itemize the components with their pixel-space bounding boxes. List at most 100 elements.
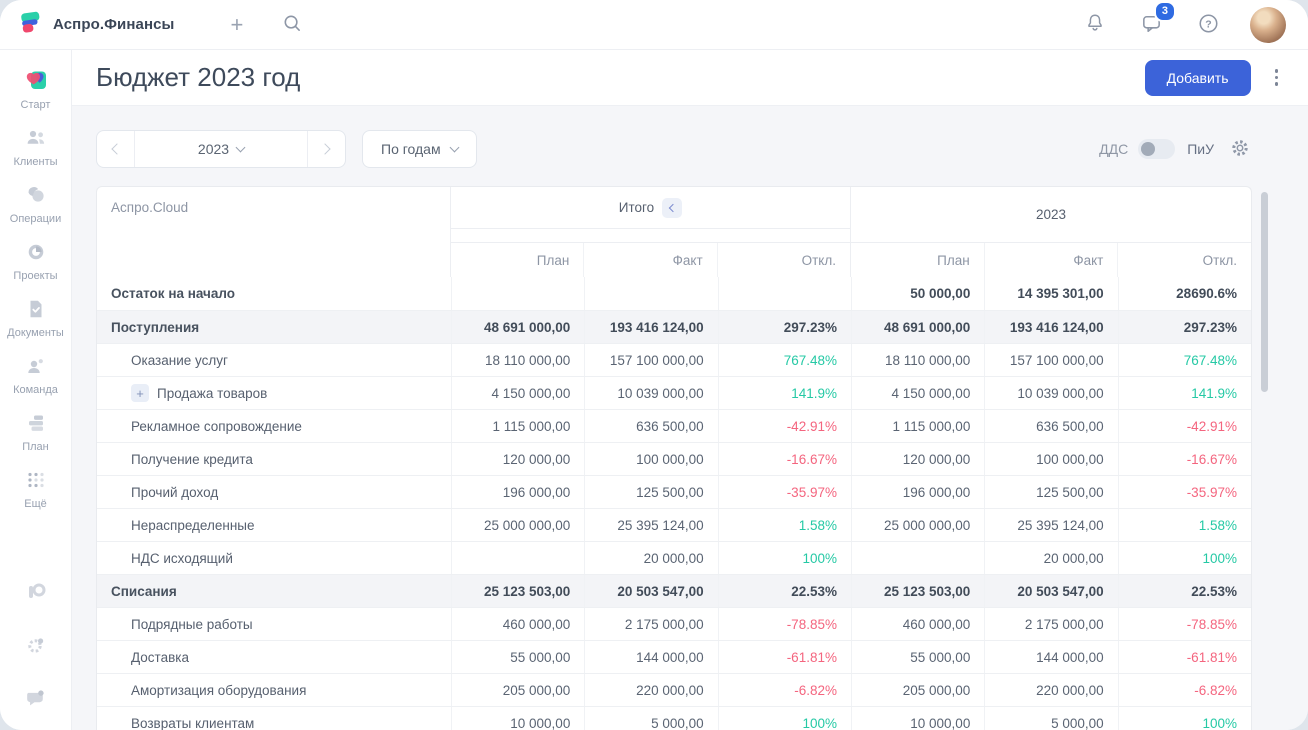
table-row[interactable]: НДС исходящий 20 000,00 100% 20 000,00 1… — [97, 541, 1251, 574]
total-plan-value: 10 000,00 — [451, 707, 584, 730]
total-deviation-header: Откл. — [717, 243, 850, 277]
table-row[interactable]: Списания 25 123 503,00 20 503 547,00 22.… — [97, 574, 1251, 607]
year-fact-value: 125 500,00 — [984, 476, 1117, 508]
table-row[interactable]: Доставка 55 000,00 144 000,00 -61.81% 55… — [97, 640, 1251, 673]
next-year-button[interactable] — [307, 131, 345, 167]
year-deviation-value: -61.81% — [1118, 641, 1251, 673]
total-group-label: Итого — [619, 200, 654, 215]
table-settings-button[interactable] — [1228, 136, 1252, 163]
page-header: Бюджет 2023 год Добавить — [72, 50, 1308, 106]
row-label: Оказание услуг — [131, 353, 228, 368]
svg-text:?: ? — [1205, 18, 1211, 30]
table-row[interactable]: Получение кредита 120 000,00 100 000,00 … — [97, 442, 1251, 475]
content-area: 2023 По годам ДДС ПиУ — [72, 106, 1308, 730]
total-deviation-value: 100% — [718, 707, 851, 730]
year-fact-value: 25 395 124,00 — [984, 509, 1117, 541]
dds-piu-toggle[interactable] — [1138, 139, 1175, 159]
row-label: Нераспределенные — [131, 518, 255, 533]
sidebar-item-start[interactable]: Старт — [0, 60, 71, 119]
sidebar-item-operations[interactable]: Операции — [0, 176, 71, 233]
year-group-label: 2023 — [1036, 207, 1066, 222]
total-fact-value: 20 000,00 — [584, 542, 717, 574]
year-deviation-value: 141.9% — [1118, 377, 1251, 409]
table-header: Аспро.Cloud Итого План Факт Откл. — [97, 187, 1251, 277]
sidebar-item-projects[interactable]: Проекты — [0, 233, 71, 290]
year-plan-value: 205 000,00 — [851, 674, 984, 706]
table-row[interactable]: Прочий доход 196 000,00 125 500,00 -35.9… — [97, 475, 1251, 508]
year-plan-value: 120 000,00 — [851, 443, 984, 475]
sidebar-item-team[interactable]: Команда — [0, 347, 71, 404]
expand-row-button[interactable]: + — [131, 384, 149, 402]
year-fact-value: 157 100 000,00 — [984, 344, 1117, 376]
year-deviation-value: 22.53% — [1118, 575, 1251, 607]
brand[interactable]: Аспро.Финансы — [18, 9, 174, 40]
total-deviation-value: 100% — [718, 542, 851, 574]
chevron-right-icon — [319, 143, 330, 154]
total-fact-header: Факт — [583, 243, 716, 277]
page-title: Бюджет 2023 год — [96, 62, 300, 93]
row-label: Продажа товаров — [157, 386, 267, 401]
prev-year-button[interactable] — [97, 131, 135, 167]
year-fact-value: 220 000,00 — [984, 674, 1117, 706]
sidebar-footer — [19, 575, 53, 730]
period-select-value: По годам — [381, 141, 441, 157]
budget-table: Аспро.Cloud Итого План Факт Откл. — [96, 186, 1252, 730]
year-pager: 2023 — [96, 130, 346, 168]
year-fact-value: 14 395 301,00 — [984, 277, 1117, 310]
row-label: Остаток на начало — [111, 286, 235, 301]
question-icon: ? — [1197, 12, 1220, 38]
table-row[interactable]: Остаток на начало 50 000,00 14 395 301,0… — [97, 277, 1251, 310]
table-row[interactable]: Амортизация оборудования 205 000,00 220 … — [97, 673, 1251, 706]
year-column-group: 2023 План Факт Откл. — [851, 187, 1251, 277]
settings-shortcut-button[interactable] — [20, 629, 52, 661]
row-label: Списания — [111, 584, 177, 599]
start-icon — [23, 67, 49, 96]
sidebar-item-more[interactable]: Ещё — [0, 461, 71, 518]
sidebar-item-label: Ещё — [24, 498, 47, 510]
row-label: Поступления — [111, 320, 199, 335]
documents-icon — [24, 297, 48, 324]
main-panel: Бюджет 2023 год Добавить 2023 — [72, 50, 1308, 730]
total-fact-value: 25 395 124,00 — [584, 509, 717, 541]
help-button[interactable]: ? — [1193, 8, 1224, 42]
table-row[interactable]: + Продажа товаров 4 150 000,00 10 039 00… — [97, 376, 1251, 409]
entity-column-header: Аспро.Cloud — [97, 187, 451, 277]
table-row[interactable]: Поступления 48 691 000,00 193 416 124,00… — [97, 310, 1251, 343]
year-deviation-value: -78.85% — [1118, 608, 1251, 640]
period-select[interactable]: По годам — [362, 130, 477, 168]
year-select[interactable]: 2023 — [135, 131, 307, 167]
brand-name: Аспро.Финансы — [53, 16, 174, 33]
total-plan-value: 25 000 000,00 — [451, 509, 584, 541]
more-actions-button[interactable] — [1271, 65, 1283, 90]
notifications-button[interactable] — [1080, 8, 1110, 41]
create-button[interactable]: + — [226, 10, 247, 40]
total-deviation-value: -6.82% — [718, 674, 851, 706]
feedback-shortcut-button[interactable] — [19, 681, 52, 714]
year-deviation-value: 1.58% — [1118, 509, 1251, 541]
total-fact-value: 636 500,00 — [584, 410, 717, 442]
table-row[interactable]: Возвраты клиентам 10 000,00 5 000,00 100… — [97, 706, 1251, 730]
chevron-down-icon — [236, 142, 246, 152]
year-deviation-value: -16.67% — [1118, 443, 1251, 475]
row-label: Рекламное сопровождение — [131, 419, 302, 434]
collapse-total-button[interactable] — [662, 198, 682, 218]
table-row[interactable]: Нераспределенные 25 000 000,00 25 395 12… — [97, 508, 1251, 541]
table-row[interactable]: Подрядные работы 460 000,00 2 175 000,00… — [97, 607, 1251, 640]
total-deviation-value — [718, 277, 851, 310]
sidebar-item-plan[interactable]: План — [0, 404, 71, 461]
plus-icon: + — [230, 14, 243, 36]
year-plan-value: 10 000,00 — [851, 707, 984, 730]
sidebar-item-clients[interactable]: Клиенты — [0, 119, 71, 176]
table-vertical-scrollbar[interactable] — [1261, 192, 1268, 392]
user-avatar[interactable] — [1250, 7, 1286, 43]
search-button[interactable] — [277, 8, 307, 41]
table-row[interactable]: Рекламное сопровождение 1 115 000,00 636… — [97, 409, 1251, 442]
total-fact-value: 100 000,00 — [584, 443, 717, 475]
sidebar-item-documents[interactable]: Документы — [0, 290, 71, 347]
total-fact-value: 20 503 547,00 — [584, 575, 717, 607]
total-plan-value: 120 000,00 — [451, 443, 584, 475]
apps-shortcut-button[interactable] — [19, 575, 53, 609]
messages-button[interactable]: 3 — [1136, 8, 1167, 42]
add-button[interactable]: Добавить — [1145, 60, 1251, 96]
table-row[interactable]: Оказание услуг 18 110 000,00 157 100 000… — [97, 343, 1251, 376]
